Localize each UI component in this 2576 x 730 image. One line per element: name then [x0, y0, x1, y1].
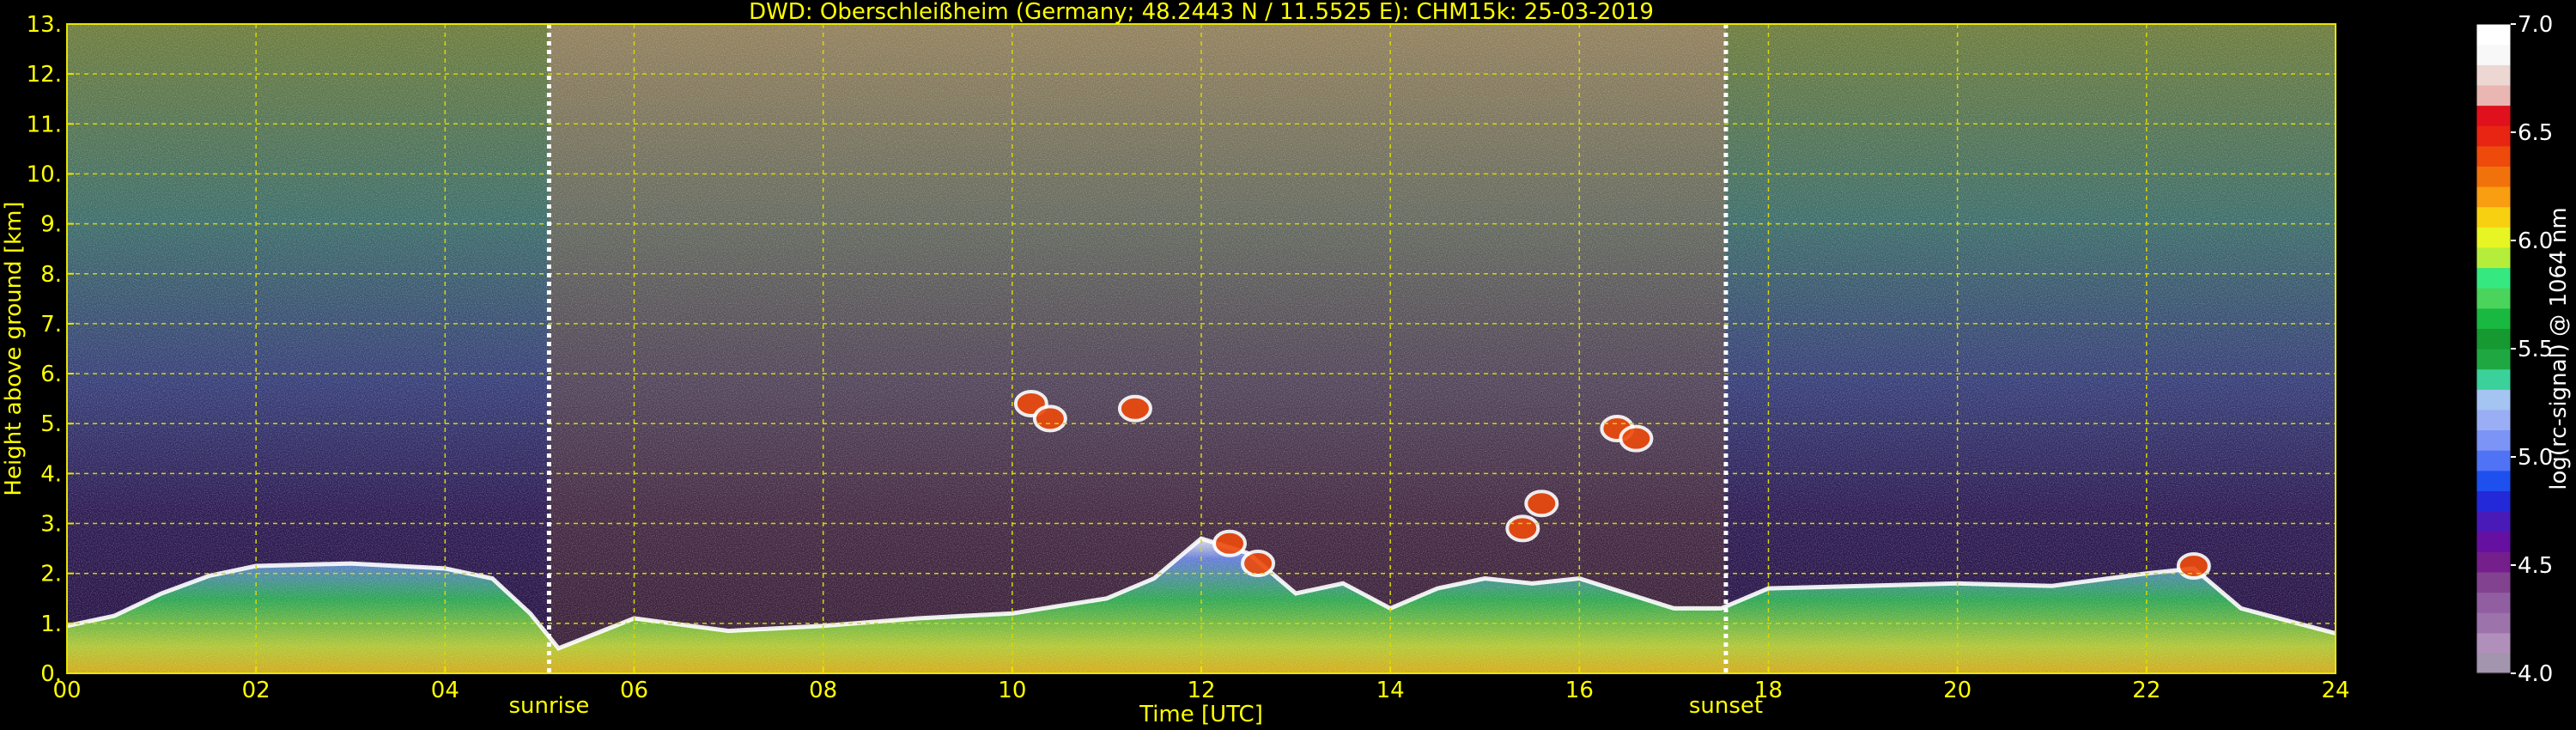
colorbar-tick-label: 6.5	[2518, 120, 2553, 146]
x-tick-label: 04	[431, 678, 459, 703]
colorbar-swatch	[2476, 105, 2511, 126]
y-tick-label: 3.	[40, 512, 62, 538]
cloud-point	[1241, 550, 1276, 578]
cloud-point	[1524, 490, 1559, 518]
colorbar-swatch	[2476, 470, 2511, 491]
y-tick-label: 5.	[40, 411, 62, 437]
colorbar-swatch	[2476, 511, 2511, 532]
colorbar-tick-label: 4.5	[2518, 553, 2553, 579]
colorbar-swatch	[2476, 490, 2511, 512]
colorbar-swatch	[2476, 206, 2511, 228]
colorbar-swatch	[2476, 44, 2511, 65]
colorbar-swatch	[2476, 450, 2511, 471]
y-tick-label: 4.	[40, 461, 62, 487]
colorbar-swatch	[2476, 84, 2511, 106]
y-tick-label: 6.	[40, 362, 62, 387]
x-tick-label: 06	[620, 678, 648, 703]
sunrise-label: sunrise	[508, 693, 589, 719]
colorbar-swatch	[2476, 429, 2511, 451]
colorbar-swatch	[2476, 389, 2511, 411]
colorbar-swatch	[2476, 409, 2511, 431]
colorbar-swatch	[2476, 551, 2511, 573]
colorbar-tick-label: 4.0	[2518, 661, 2553, 687]
x-tick-label: 12	[1187, 678, 1215, 703]
cloud-point	[1619, 424, 1654, 453]
y-tick-label: 8.	[40, 262, 62, 288]
colorbar-swatch	[2476, 24, 2511, 46]
x-tick-label: 08	[809, 678, 837, 703]
colorbar	[2476, 24, 2511, 674]
colorbar-swatch	[2476, 227, 2511, 248]
y-tick-label: 1.	[40, 611, 62, 637]
colorbar-tick-label: 7.0	[2518, 12, 2553, 38]
colorbar-swatch	[2476, 125, 2511, 147]
colorbar-swatch	[2476, 349, 2511, 370]
sunset-label: sunset	[1689, 693, 1763, 719]
cloud-point	[1032, 405, 1067, 433]
y-tick-label: 2.	[40, 562, 62, 587]
x-tick-label: 22	[2132, 678, 2160, 703]
colorbar-swatch	[2476, 186, 2511, 208]
x-tick-label: 18	[1754, 678, 1783, 703]
y-tick-label: 0.	[40, 661, 62, 687]
colorbar-swatch	[2476, 571, 2511, 593]
colorbar-swatch	[2476, 288, 2511, 309]
y-tick-label: 12.	[27, 62, 62, 88]
colorbar-label: log(rc-signal) @ 1064 nm	[2546, 207, 2572, 490]
x-tick-label: 20	[1943, 678, 1971, 703]
ceilometer-chart: sunrise sunset 00 02 04 06 08 10 12 14 16 18 20 22 24…	[1, 0, 2572, 727]
colorbar-swatch	[2476, 653, 2511, 674]
colorbar-swatch	[2476, 166, 2511, 187]
colorbar-swatch	[2476, 267, 2511, 289]
colorbar-swatch	[2476, 531, 2511, 552]
chart-title: DWD: Oberschleißheim (Germany; 48.2443 N…	[749, 0, 1654, 25]
x-axis-label: Time [UTC]	[1139, 702, 1263, 727]
x-tick-label: 16	[1565, 678, 1594, 703]
y-tick-label: 10.	[27, 161, 62, 187]
colorbar-swatch	[2476, 145, 2511, 167]
x-tick-label: 24	[2321, 678, 2349, 703]
colorbar-swatch	[2476, 612, 2511, 634]
x-tick-label: 02	[242, 678, 270, 703]
y-tick-label: 11.	[27, 112, 62, 137]
colorbar-swatch	[2476, 592, 2511, 613]
y-tick-label: 9.	[40, 212, 62, 238]
colorbar-swatch	[2476, 246, 2511, 269]
colorbar-swatch	[2476, 328, 2511, 350]
y-tick-label: 13.	[27, 12, 62, 38]
colorbar-swatch	[2476, 632, 2511, 654]
cloud-point	[2176, 551, 2211, 580]
x-tick-label: 10	[998, 678, 1026, 703]
x-tick-label: 14	[1376, 678, 1405, 703]
cloud-point	[1117, 394, 1152, 423]
colorbar-swatch	[2476, 307, 2511, 329]
colorbar-swatch	[2476, 368, 2511, 390]
y-axis-label: Height above ground [km]	[1, 201, 27, 496]
cloud-point	[1212, 529, 1248, 557]
cloud-point	[1505, 514, 1540, 543]
colorbar-swatch	[2476, 64, 2511, 86]
y-tick-label: 7.	[40, 312, 62, 338]
